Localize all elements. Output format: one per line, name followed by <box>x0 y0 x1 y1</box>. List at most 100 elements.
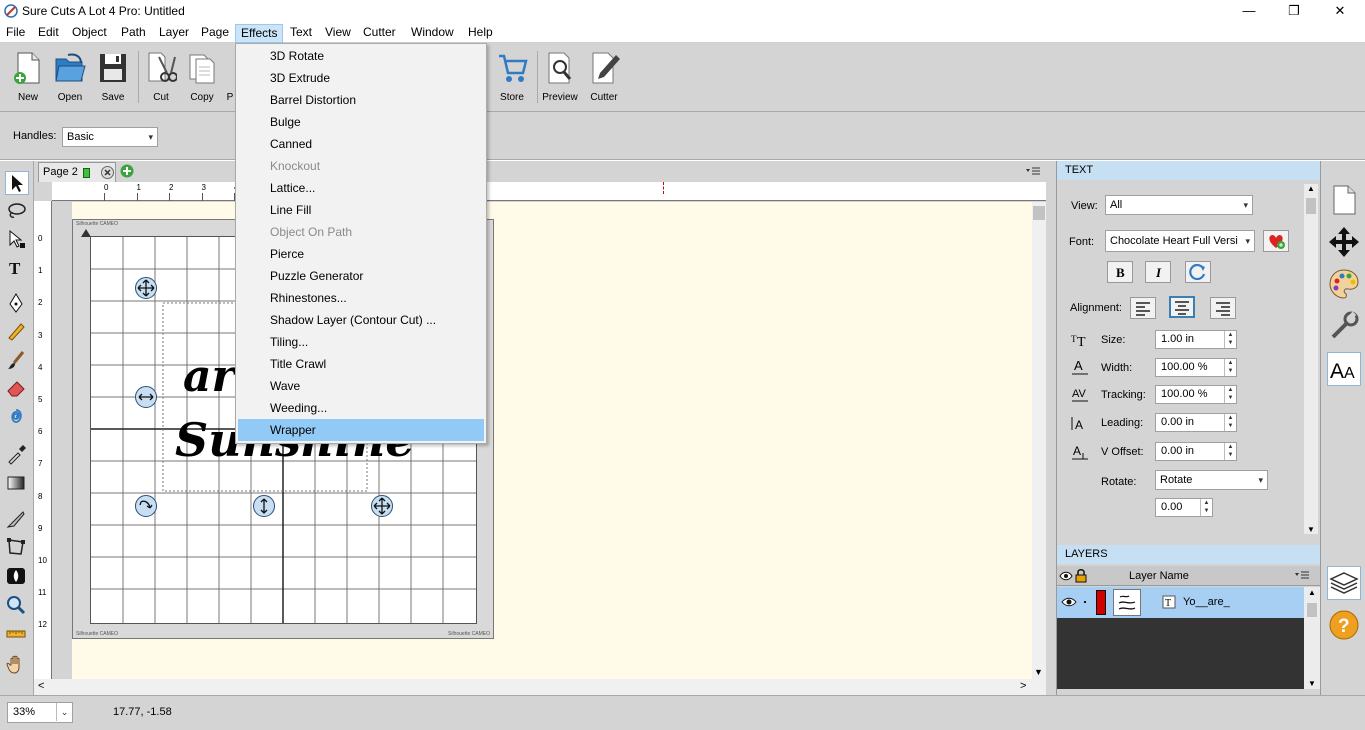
measure-tool[interactable] <box>5 623 29 647</box>
scroll-down-icon[interactable]: ▼ <box>1034 667 1043 677</box>
menu-file[interactable]: File <box>4 24 27 43</box>
lock-icon[interactable] <box>1075 568 1087 583</box>
minimize-button[interactable]: — <box>1229 2 1269 20</box>
pan-tool[interactable] <box>5 653 29 677</box>
effects-menu-item-barrel-distortion[interactable]: Barrel Distortion <box>238 89 484 111</box>
layers-panel-button[interactable] <box>1327 566 1361 600</box>
knife-tool[interactable] <box>5 508 29 532</box>
eye-icon[interactable] <box>1059 570 1073 582</box>
eyedropper-tool[interactable] <box>5 443 29 467</box>
help-button[interactable]: ? <box>1327 608 1361 642</box>
brush-tool[interactable] <box>5 349 29 373</box>
cut-button[interactable]: Cut <box>141 49 181 107</box>
scroll-up-icon[interactable]: ▲ <box>1308 588 1316 597</box>
move-handle[interactable] <box>135 277 157 299</box>
text-tool[interactable]: T <box>5 257 29 281</box>
layers-menu-icon[interactable] <box>1295 571 1309 581</box>
align-left-button[interactable] <box>1130 297 1156 319</box>
menu-object[interactable]: Object <box>70 24 109 43</box>
copy-button[interactable]: Copy <box>182 49 222 107</box>
font-select[interactable]: Chocolate Heart Full Versi ▾ <box>1105 230 1255 252</box>
scroll-right-icon[interactable]: > <box>1020 680 1026 692</box>
scroll-up-icon[interactable]: ▲ <box>1307 184 1315 193</box>
favorite-font-button[interactable] <box>1263 230 1289 252</box>
close-tab-icon[interactable] <box>101 166 114 179</box>
align-center-button[interactable] <box>1169 296 1195 318</box>
effects-menu-item-wrapper[interactable]: Wrapper <box>238 419 484 441</box>
spinner-arrows-icon[interactable]: ▲ ▼ <box>1224 359 1236 376</box>
menu-cutter[interactable]: Cutter <box>361 24 398 43</box>
menu-page[interactable]: Page <box>199 24 231 43</box>
effects-menu-item-shadow-layer-contour-cut[interactable]: Shadow Layer (Contour Cut) ... <box>238 309 484 331</box>
pencil-tool[interactable] <box>5 320 29 344</box>
effects-menu-item-tiling[interactable]: Tiling... <box>238 331 484 353</box>
effects-menu-item-bulge[interactable]: Bulge <box>238 111 484 133</box>
effects-menu-item-puzzle-generator[interactable]: Puzzle Generator <box>238 265 484 287</box>
text-panel-scrollbar[interactable]: ▲ ▼ <box>1304 184 1318 534</box>
size-input[interactable]: 1.00 in ▲ ▼ <box>1155 330 1237 349</box>
effects-menu-item-weeding[interactable]: Weeding... <box>238 397 484 419</box>
transform-panel-button[interactable] <box>1327 225 1361 259</box>
tracking-input[interactable]: 100.00 % ▲ ▼ <box>1155 385 1237 404</box>
cutter-button[interactable]: Cutter <box>584 49 624 107</box>
rotate-angle-input[interactable]: 0.00 ▲ ▼ <box>1155 498 1213 517</box>
effects-menu-item-pierce[interactable]: Pierce <box>238 243 484 265</box>
effects-menu-item-title-crawl[interactable]: Title Crawl <box>238 353 484 375</box>
spinner-arrows-icon[interactable]: ▲ ▼ <box>1200 499 1212 516</box>
menu-view[interactable]: View <box>323 24 353 43</box>
design-canvas[interactable]: Silhouette CAMEO Silhouette CAMEO Silhou… <box>72 182 1032 679</box>
refresh-text-button[interactable] <box>1185 261 1211 283</box>
rotate-select[interactable]: Rotate ▾ <box>1155 470 1268 490</box>
eraser-tool[interactable] <box>5 377 29 401</box>
eye-icon[interactable] <box>1061 596 1077 608</box>
menu-path[interactable]: Path <box>119 24 148 43</box>
pen-tool[interactable] <box>5 292 29 316</box>
scroll-left-icon[interactable]: < <box>38 680 44 692</box>
text-panel-button[interactable]: AA <box>1327 352 1361 386</box>
width-input[interactable]: 100.00 % ▲ ▼ <box>1155 358 1237 377</box>
node-edit-tool[interactable] <box>5 228 29 252</box>
scroll-down-icon[interactable]: ▼ <box>1307 525 1315 534</box>
zoom-select[interactable]: 33% ⌄ <box>7 702 73 723</box>
menu-layer[interactable]: Layer <box>157 24 191 43</box>
align-right-button[interactable] <box>1210 297 1236 319</box>
document-panel-button[interactable] <box>1327 183 1361 217</box>
scroll-thumb[interactable] <box>1307 603 1317 617</box>
menu-window[interactable]: Window <box>409 24 456 43</box>
spinner-arrows-icon[interactable]: ▲ ▼ <box>1224 443 1236 460</box>
spiral-tool[interactable] <box>5 406 29 430</box>
bold-button[interactable]: B <box>1107 261 1133 283</box>
settings-panel-button[interactable] <box>1327 309 1361 343</box>
open-button[interactable]: Open <box>50 49 90 107</box>
italic-button[interactable]: I <box>1145 261 1171 283</box>
leading-input[interactable]: 0.00 in ▲ ▼ <box>1155 413 1237 432</box>
view-select[interactable]: All ▾ <box>1105 195 1253 215</box>
canvas-horizontal-scrollbar[interactable]: < > <box>34 679 1046 695</box>
spinner-arrows-icon[interactable]: ▲ ▼ <box>1224 386 1236 403</box>
effects-menu-item-3d-rotate[interactable]: 3D Rotate <box>238 45 484 67</box>
scale-handle[interactable] <box>371 495 393 517</box>
menu-help[interactable]: Help <box>466 24 495 43</box>
v-offset-input[interactable]: 0.00 in ▲ ▼ <box>1155 442 1237 461</box>
new-button[interactable]: New <box>8 49 48 107</box>
shape-edit-tool[interactable] <box>5 536 29 560</box>
close-window-button[interactable]: ✕ <box>1320 2 1360 20</box>
menu-effects[interactable]: Effects <box>235 24 284 43</box>
effects-menu-item-rhinestones[interactable]: Rhinestones... <box>238 287 484 309</box>
fill-panel-button[interactable] <box>1327 267 1361 301</box>
save-button[interactable]: Save <box>93 49 133 107</box>
add-page-icon[interactable] <box>120 164 134 178</box>
mirror-tool[interactable] <box>5 565 29 589</box>
gradient-tool[interactable] <box>5 472 29 496</box>
preview-button[interactable]: Preview <box>540 49 580 107</box>
rotate-handle[interactable] <box>135 495 157 517</box>
store-button[interactable]: Store <box>492 49 532 107</box>
lock-dot[interactable] <box>1084 601 1086 603</box>
spinner-arrows-icon[interactable]: ▲ ▼ <box>1224 331 1236 348</box>
scroll-down-icon[interactable]: ▼ <box>1308 679 1316 688</box>
handles-select[interactable]: Basic ▾ <box>62 127 158 147</box>
effects-menu-item-lattice[interactable]: Lattice... <box>238 177 484 199</box>
menu-text[interactable]: Text <box>288 24 314 43</box>
maximize-button[interactable]: ❐ <box>1274 2 1314 20</box>
lasso-tool[interactable] <box>5 200 29 224</box>
